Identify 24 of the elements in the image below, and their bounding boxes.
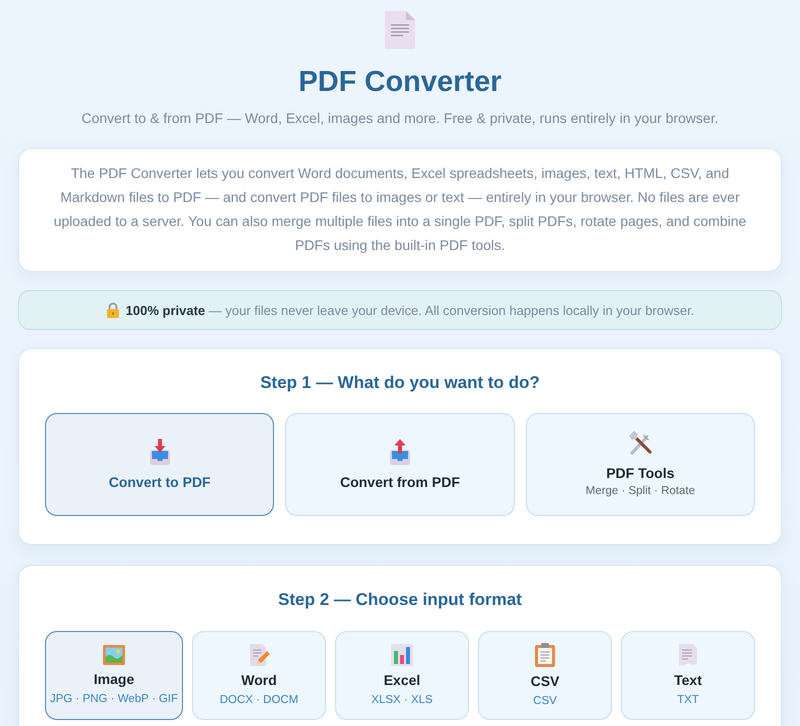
bar-chart-icon xyxy=(391,644,413,666)
format-option[interactable]: Image JPG · PNG · WebP · GIF xyxy=(45,631,184,720)
tray-arrow-down-icon xyxy=(148,438,172,464)
hammer-wrench-icon xyxy=(627,430,654,456)
framed-picture-icon xyxy=(103,644,125,664)
text-page-icon xyxy=(679,644,697,666)
page-title: PDF Converter xyxy=(298,65,502,100)
page-pencil-icon xyxy=(248,644,270,666)
privacy-notice-text: 100% private — your files never leave your device. All conversion happens locally in your browser. xyxy=(126,302,694,318)
format-option[interactable]: Word DOCX · DOCM xyxy=(192,631,326,720)
format-option[interactable]: Text TXT xyxy=(621,631,755,720)
tray-arrow-up-icon xyxy=(388,438,412,464)
page-icon xyxy=(385,11,415,49)
mode-option[interactable]: Convert from PDF xyxy=(285,413,515,516)
mode-option[interactable]: Convert to PDF xyxy=(45,413,274,516)
mode-option[interactable]: PDF Tools Merge · Split · Rotate xyxy=(526,413,755,516)
format-option[interactable]: Excel XLSX · XLS xyxy=(335,631,469,720)
clipboard-icon xyxy=(535,642,555,666)
lock-icon xyxy=(106,302,120,318)
format-option[interactable]: CSV CSV xyxy=(478,631,612,720)
step-heading: Step 2 — Choose input format xyxy=(277,590,523,610)
step-heading: Step 1 — What do you want to do? xyxy=(259,373,541,393)
page-subtitle: Convert to & from PDF — Word, Excel, images and more. Free & private, runs entirely in your browser. xyxy=(82,109,718,128)
intro-text: The PDF Converter lets you convert Word documents, Excel spreadsheets, images, text, HTML, CSV, and Markdown files to PDF — and convert PDF files to images or text — entirely in your browser. No files are ever uploaded to a server. You can also merge multiple files into a single PDF, split PDFs, rotate pages, and combine PDFs using the built-in PDF tools. xyxy=(52,164,748,255)
